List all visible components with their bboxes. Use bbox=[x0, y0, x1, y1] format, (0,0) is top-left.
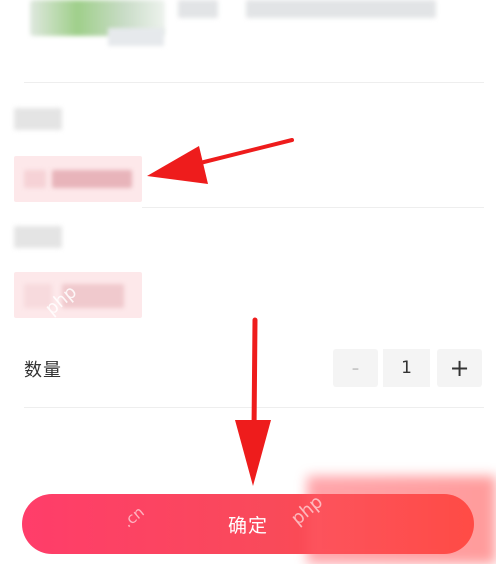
arrow-to-confirm-button-icon bbox=[235, 317, 271, 486]
arrow-to-spec-option-icon bbox=[147, 138, 294, 184]
annotation-arrows bbox=[147, 138, 294, 486]
